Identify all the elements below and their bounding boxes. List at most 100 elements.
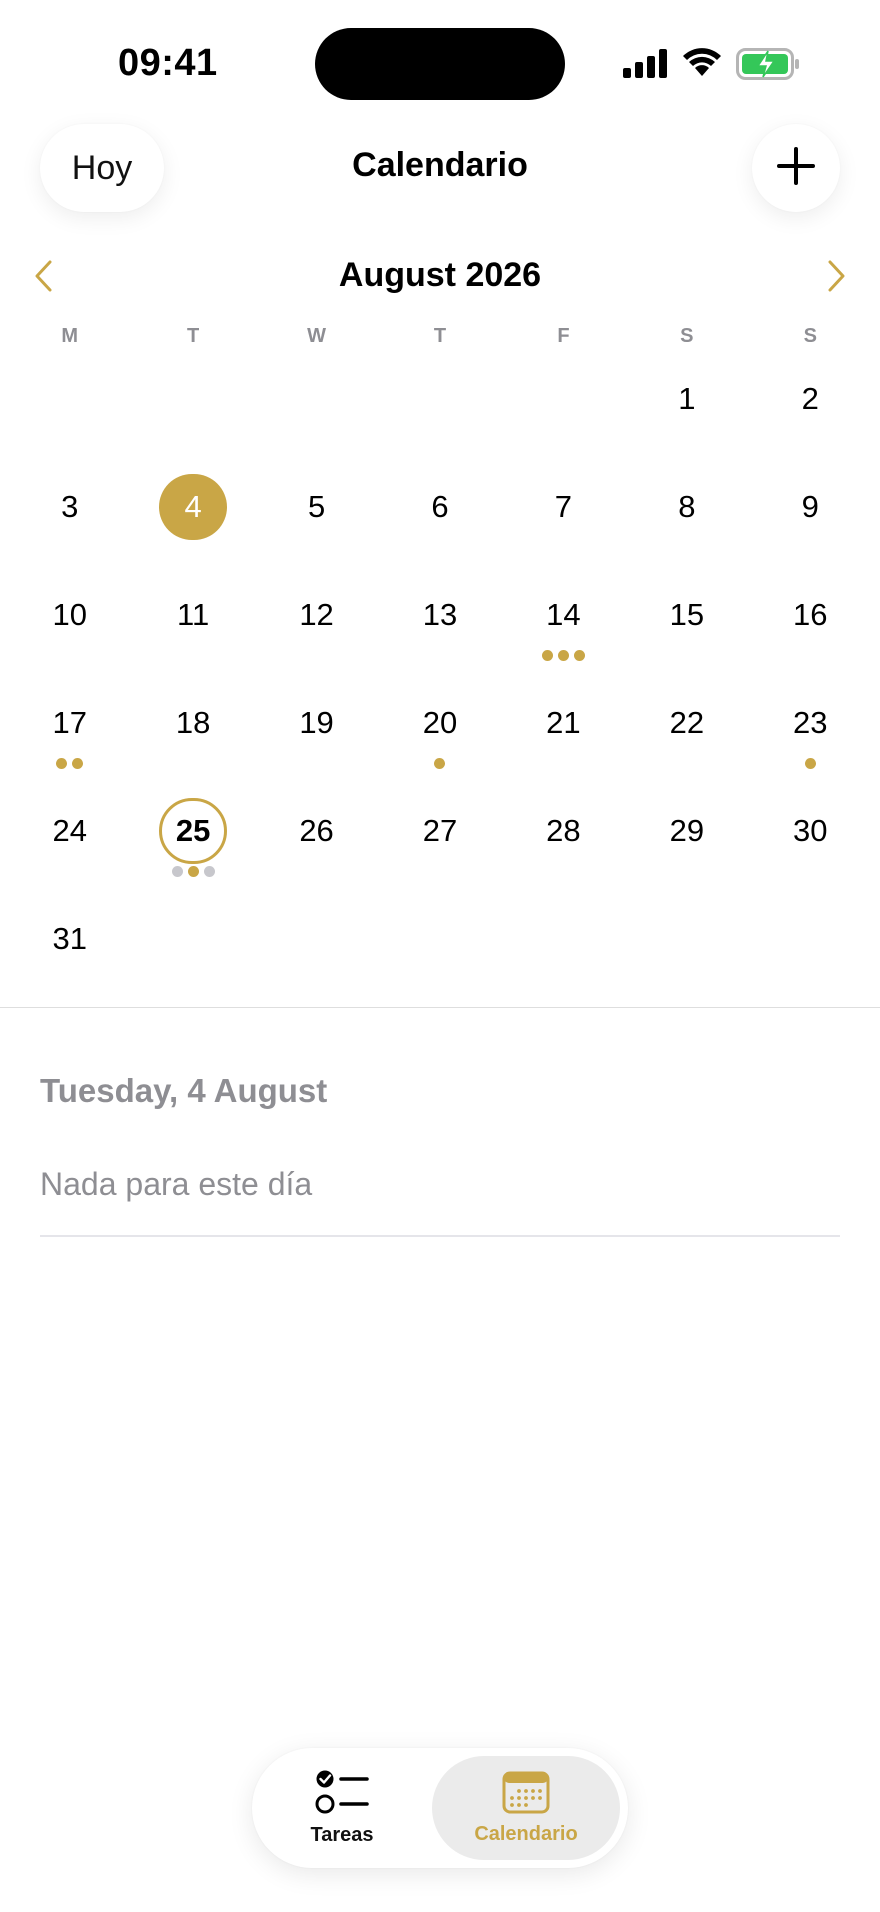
calendar-day-27[interactable]: 27 bbox=[378, 770, 501, 878]
task-list-icon bbox=[315, 1769, 369, 1820]
day-number: 2 bbox=[801, 381, 819, 417]
calendar-day-24[interactable]: 24 bbox=[8, 770, 131, 878]
event-indicators bbox=[541, 650, 585, 662]
next-month-button[interactable] bbox=[822, 258, 852, 298]
day-number: 16 bbox=[793, 597, 828, 633]
day-number: 12 bbox=[299, 597, 334, 633]
event-dot bbox=[573, 650, 585, 662]
day-number: 8 bbox=[678, 489, 696, 525]
wifi-icon bbox=[680, 44, 724, 83]
calendar-day-29[interactable]: 29 bbox=[625, 770, 748, 878]
event-dot bbox=[72, 758, 84, 770]
event-indicators bbox=[171, 866, 215, 878]
calendar-day-9[interactable]: 9 bbox=[749, 446, 872, 554]
calendar-icon bbox=[502, 1770, 550, 1819]
calendar-empty-cell bbox=[131, 338, 254, 446]
battery-charging-icon bbox=[736, 48, 800, 85]
status-time: 09:41 bbox=[118, 42, 218, 84]
day-number: 24 bbox=[52, 813, 87, 849]
event-dot bbox=[557, 650, 569, 662]
calendar-day-1[interactable]: 1 bbox=[625, 338, 748, 446]
divider bbox=[40, 1235, 840, 1237]
calendar-day-26[interactable]: 26 bbox=[255, 770, 378, 878]
add-event-button[interactable] bbox=[752, 124, 840, 212]
calendar-day-22[interactable]: 22 bbox=[625, 662, 748, 770]
event-dot bbox=[434, 758, 446, 770]
chevron-right-icon bbox=[827, 259, 847, 298]
calendar-day-5[interactable]: 5 bbox=[255, 446, 378, 554]
day-number: 26 bbox=[299, 813, 334, 849]
day-number: 29 bbox=[669, 813, 705, 849]
day-number: 30 bbox=[793, 813, 828, 849]
calendar-day-10[interactable]: 10 bbox=[8, 554, 131, 662]
day-number: 19 bbox=[299, 705, 334, 741]
tab-label: Calendario bbox=[474, 1823, 578, 1845]
event-indicators bbox=[804, 758, 816, 770]
calendar-empty-cell bbox=[255, 338, 378, 446]
divider bbox=[0, 1007, 880, 1008]
calendar-day-19[interactable]: 19 bbox=[255, 662, 378, 770]
day-number: 15 bbox=[669, 597, 705, 633]
event-dot bbox=[804, 758, 816, 770]
calendar-day-8[interactable]: 8 bbox=[625, 446, 748, 554]
tab-bar: Tareas Calendario bbox=[252, 1748, 628, 1868]
calendar-day-21[interactable]: 21 bbox=[502, 662, 625, 770]
calendar-day-20[interactable]: 20 bbox=[378, 662, 501, 770]
calendar-day-28[interactable]: 28 bbox=[502, 770, 625, 878]
month-grid: 1 2 3 4 5 6 7 8 9 10 11 12 13 14 15 16 17 18 19 20 21 22 23 24 2… bbox=[8, 338, 872, 986]
selected-date-heading: Tuesday, 4 August bbox=[40, 1072, 328, 1109]
event-dot bbox=[203, 866, 215, 878]
calendar-screen: 09:41 Hoy Calendario August 2026 M T W T… bbox=[0, 0, 880, 1912]
calendar-day-6[interactable]: 6 bbox=[378, 446, 501, 554]
calendar-empty-cell bbox=[8, 338, 131, 446]
calendar-day-2[interactable]: 2 bbox=[749, 338, 872, 446]
tab-label: Tareas bbox=[310, 1824, 374, 1846]
calendar-day-23[interactable]: 23 bbox=[749, 662, 872, 770]
day-number: 6 bbox=[431, 489, 449, 525]
calendar-day-30[interactable]: 30 bbox=[749, 770, 872, 878]
calendar-day-14[interactable]: 14 bbox=[502, 554, 625, 662]
calendar-day-25[interactable]: 25 bbox=[131, 770, 254, 878]
calendar-day-17[interactable]: 17 bbox=[8, 662, 131, 770]
calendar-day-15[interactable]: 15 bbox=[625, 554, 748, 662]
cellular-signal-icon bbox=[622, 48, 668, 83]
calendar-day-4[interactable]: 4 bbox=[131, 446, 254, 554]
calendar-day-12[interactable]: 12 bbox=[255, 554, 378, 662]
calendar-day-31[interactable]: 31 bbox=[8, 878, 131, 986]
day-number: 31 bbox=[52, 921, 87, 957]
day-number: 18 bbox=[175, 705, 211, 741]
event-dot bbox=[171, 866, 183, 878]
day-number: 10 bbox=[52, 597, 87, 633]
month-title: August 2026 bbox=[338, 256, 542, 294]
event-indicators bbox=[56, 758, 84, 770]
day-number: 9 bbox=[801, 489, 819, 525]
day-number: 13 bbox=[422, 597, 458, 633]
tab-calendario[interactable]: Calendario bbox=[432, 1756, 620, 1860]
event-dot bbox=[56, 758, 68, 770]
calendar-day-7[interactable]: 7 bbox=[502, 446, 625, 554]
day-number: 22 bbox=[669, 705, 705, 741]
day-number: 3 bbox=[61, 489, 79, 525]
day-number: 28 bbox=[546, 813, 581, 849]
page-title: Calendario bbox=[352, 146, 528, 184]
event-indicators bbox=[434, 758, 446, 770]
calendar-day-11[interactable]: 11 bbox=[131, 554, 254, 662]
calendar-day-13[interactable]: 13 bbox=[378, 554, 501, 662]
day-number: 17 bbox=[52, 705, 87, 741]
day-number: 5 bbox=[307, 489, 326, 525]
event-dot bbox=[187, 866, 199, 878]
calendar-day-3[interactable]: 3 bbox=[8, 446, 131, 554]
calendar-day-18[interactable]: 18 bbox=[131, 662, 254, 770]
day-number: 4 bbox=[159, 474, 228, 541]
event-dot bbox=[541, 650, 553, 662]
day-number: 11 bbox=[177, 597, 210, 633]
day-number: 23 bbox=[793, 705, 828, 741]
tab-tareas[interactable]: Tareas bbox=[260, 1756, 424, 1860]
day-number: 25 bbox=[159, 798, 228, 865]
day-number: 21 bbox=[546, 705, 581, 741]
calendar-day-16[interactable]: 16 bbox=[749, 554, 872, 662]
plus-icon bbox=[776, 146, 816, 191]
empty-day-message: Nada para este día bbox=[40, 1166, 313, 1202]
calendar-empty-cell bbox=[502, 338, 625, 446]
day-number: 1 bbox=[678, 381, 696, 417]
